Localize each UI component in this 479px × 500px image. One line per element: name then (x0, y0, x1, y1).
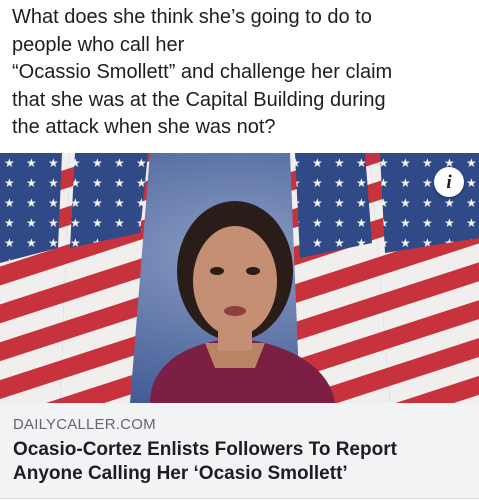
info-glyph: i (446, 171, 452, 193)
flags-and-speaker-illustration: ★ (0, 153, 479, 403)
post-text: What does she think she’s going to do to… (12, 6, 393, 138)
info-icon[interactable]: i (434, 167, 464, 197)
link-headline[interactable]: Ocasio-Cortez Enlists Followers To Repor… (13, 438, 468, 486)
card-footer[interactable]: DAILYCALLER.COM Ocasio-Cortez Enlists Fo… (0, 403, 479, 498)
link-preview-card[interactable]: ★ (0, 153, 479, 499)
link-domain: DAILYCALLER.COM (13, 416, 156, 433)
preview-image[interactable]: ★ (0, 153, 479, 403)
